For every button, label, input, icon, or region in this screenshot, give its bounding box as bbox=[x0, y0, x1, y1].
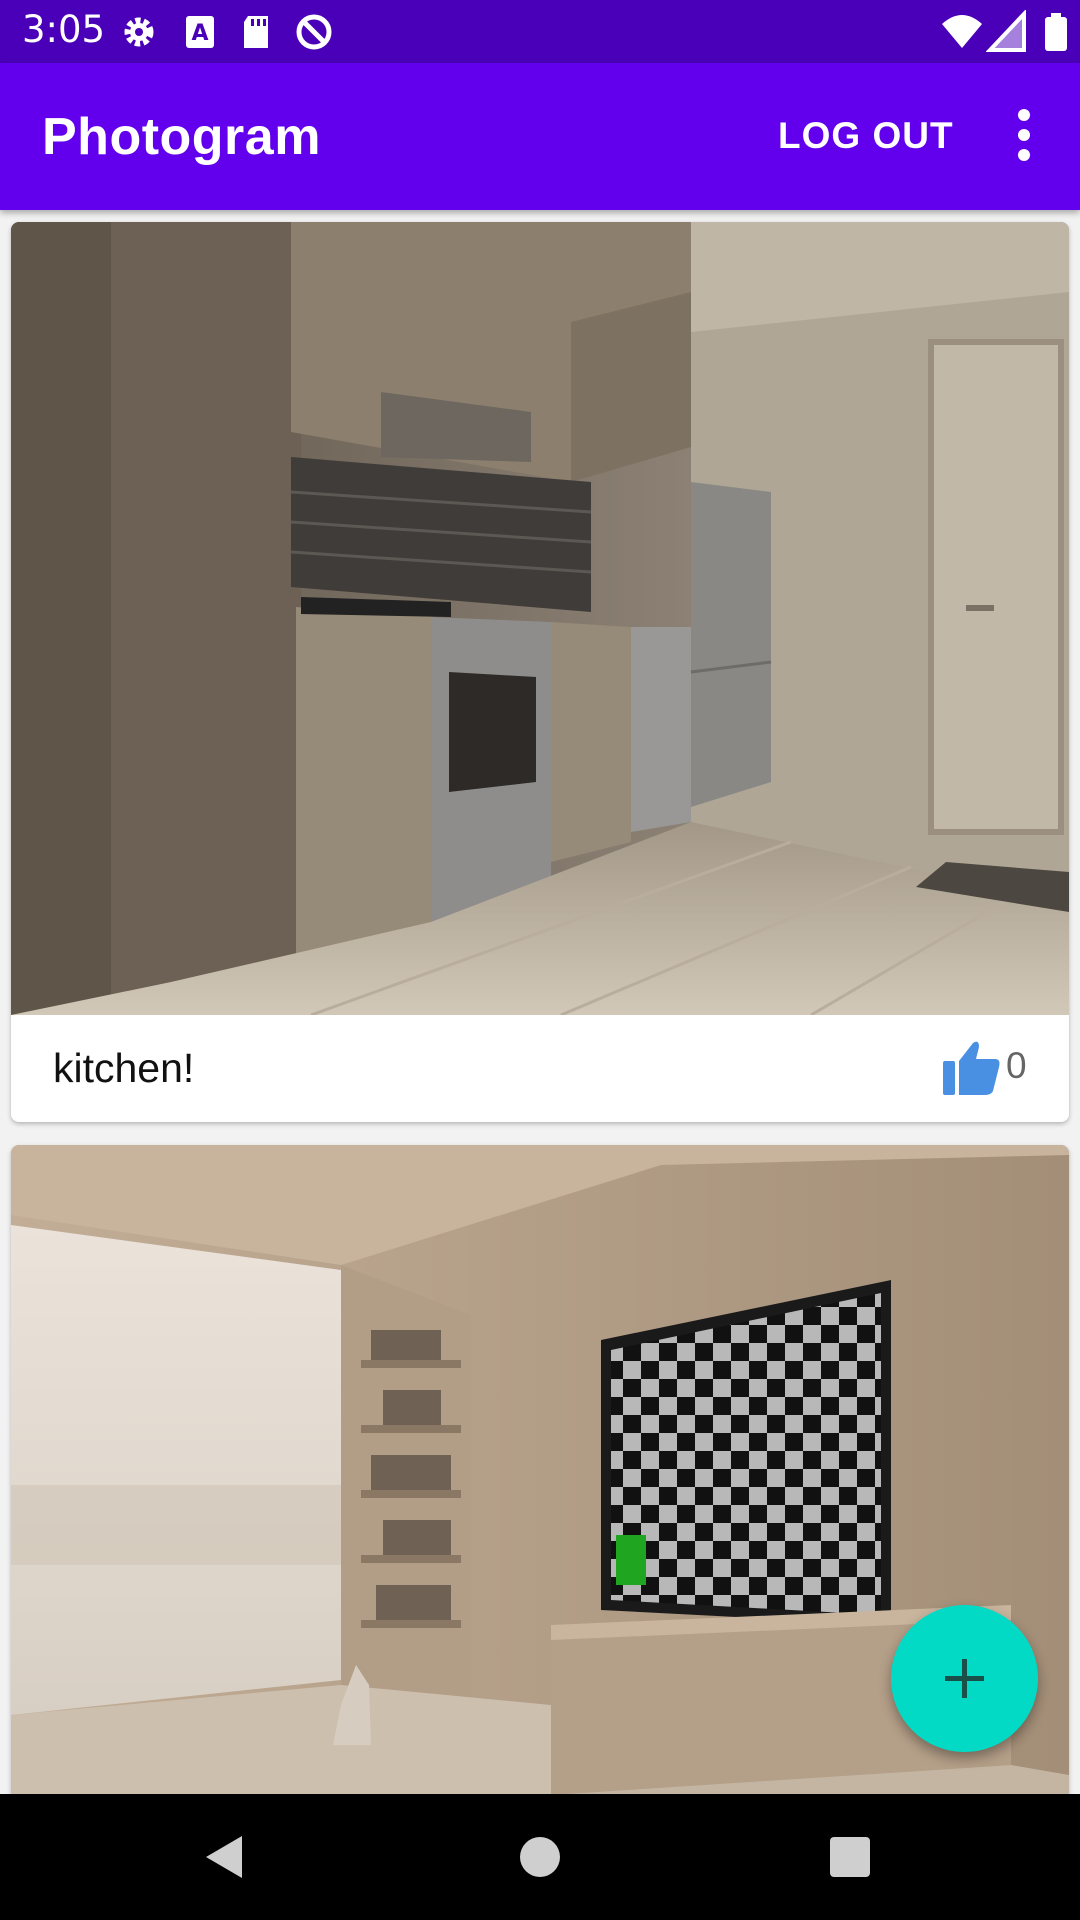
logout-button[interactable]: LOG OUT bbox=[778, 115, 954, 157]
photo-feed[interactable]: kitchen! 0 bbox=[0, 210, 1080, 1794]
thumbs-up-icon[interactable] bbox=[941, 1039, 1001, 1097]
status-time: 3:05 bbox=[22, 8, 106, 51]
no-disturb-icon bbox=[296, 14, 332, 50]
more-vert-icon[interactable] bbox=[1000, 103, 1048, 167]
status-bar: 3:05 A bbox=[0, 0, 1080, 63]
wifi-icon bbox=[942, 15, 982, 48]
svg-text:A: A bbox=[191, 21, 208, 46]
post-photo[interactable] bbox=[11, 222, 1069, 1015]
post-footer: kitchen! 0 bbox=[11, 1015, 1069, 1122]
battery-icon bbox=[1045, 13, 1067, 51]
app-bar: Photogram LOG OUT bbox=[0, 63, 1080, 210]
post-card[interactable]: kitchen! 0 bbox=[11, 222, 1069, 1122]
sd-card-icon bbox=[244, 16, 268, 48]
back-icon[interactable] bbox=[190, 1822, 260, 1892]
like-count: 0 bbox=[1006, 1045, 1027, 1086]
add-post-button[interactable] bbox=[891, 1605, 1038, 1752]
post-caption: kitchen! bbox=[53, 1045, 195, 1091]
system-nav-bar bbox=[0, 1794, 1080, 1920]
gear-icon bbox=[124, 17, 154, 47]
recents-icon[interactable] bbox=[815, 1822, 885, 1892]
cell-signal-icon bbox=[986, 10, 1026, 52]
app-title: Photogram bbox=[42, 108, 321, 166]
home-icon[interactable] bbox=[505, 1822, 575, 1892]
keyboard-a-icon: A bbox=[186, 16, 214, 48]
